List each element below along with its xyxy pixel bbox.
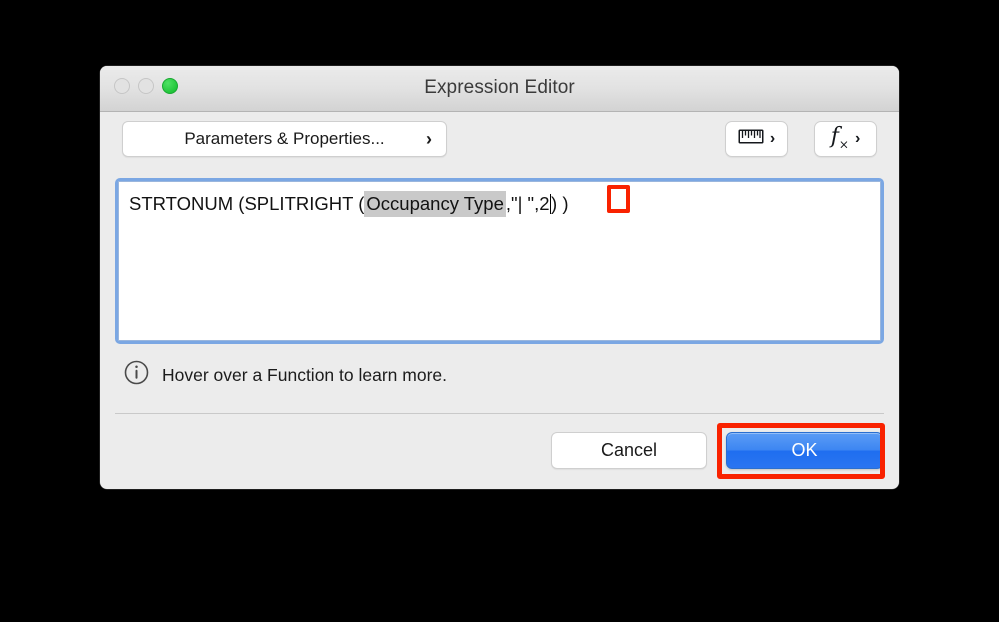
expr-index-argument[interactable]: 2 (539, 192, 551, 216)
chevron-right-icon: › (426, 129, 432, 150)
expression-input-inner[interactable]: STRTONUM ( SPLITRIGHT ( Occupancy Type ,… (118, 181, 881, 341)
screen: Expression Editor Parameters & Propertie… (0, 0, 999, 622)
expr-index-value: 2 (539, 192, 549, 216)
ok-button-label: OK (791, 440, 817, 461)
expr-separator-literal: "| " (511, 192, 534, 216)
editor-toolbar: Parameters & Properties... › (100, 112, 899, 166)
footer-divider (115, 413, 884, 414)
window-title: Expression Editor (100, 77, 899, 99)
expr-closing-parens: ) ) (551, 192, 568, 216)
ok-button[interactable]: OK (726, 432, 883, 469)
fx-icon: f× (831, 126, 849, 150)
window-titlebar: Expression Editor (100, 66, 899, 112)
expression-text: STRTONUM ( SPLITRIGHT ( Occupancy Type ,… (129, 191, 870, 217)
info-hint-row: Hover over a Function to learn more. (124, 360, 447, 390)
expression-editor-dialog: Expression Editor Parameters & Propertie… (100, 66, 899, 489)
function-menu-button[interactable]: f× › (814, 121, 877, 157)
info-circle-icon (124, 360, 149, 390)
parameters-button-label: Parameters & Properties... (184, 129, 384, 149)
expr-fn-splitright: SPLITRIGHT ( (244, 192, 364, 216)
info-hint-text: Hover over a Function to learn more. (162, 365, 447, 386)
fx-letter-x: × (839, 137, 849, 151)
ruler-menu-button[interactable]: › (725, 121, 788, 157)
expression-input-field[interactable]: STRTONUM ( SPLITRIGHT ( Occupancy Type ,… (115, 178, 884, 344)
expr-fn-strtonum: STRTONUM ( (129, 192, 244, 216)
ruler-icon (738, 129, 764, 149)
parameters-and-properties-button[interactable]: Parameters & Properties... › (122, 121, 447, 157)
fx-letter-f: f (831, 124, 839, 149)
chevron-right-icon: › (770, 131, 775, 147)
cancel-button-label: Cancel (601, 440, 657, 461)
chevron-right-icon: › (855, 131, 860, 147)
cancel-button[interactable]: Cancel (551, 432, 707, 469)
text-caret (550, 194, 552, 214)
expr-field-token[interactable]: Occupancy Type (364, 191, 505, 217)
